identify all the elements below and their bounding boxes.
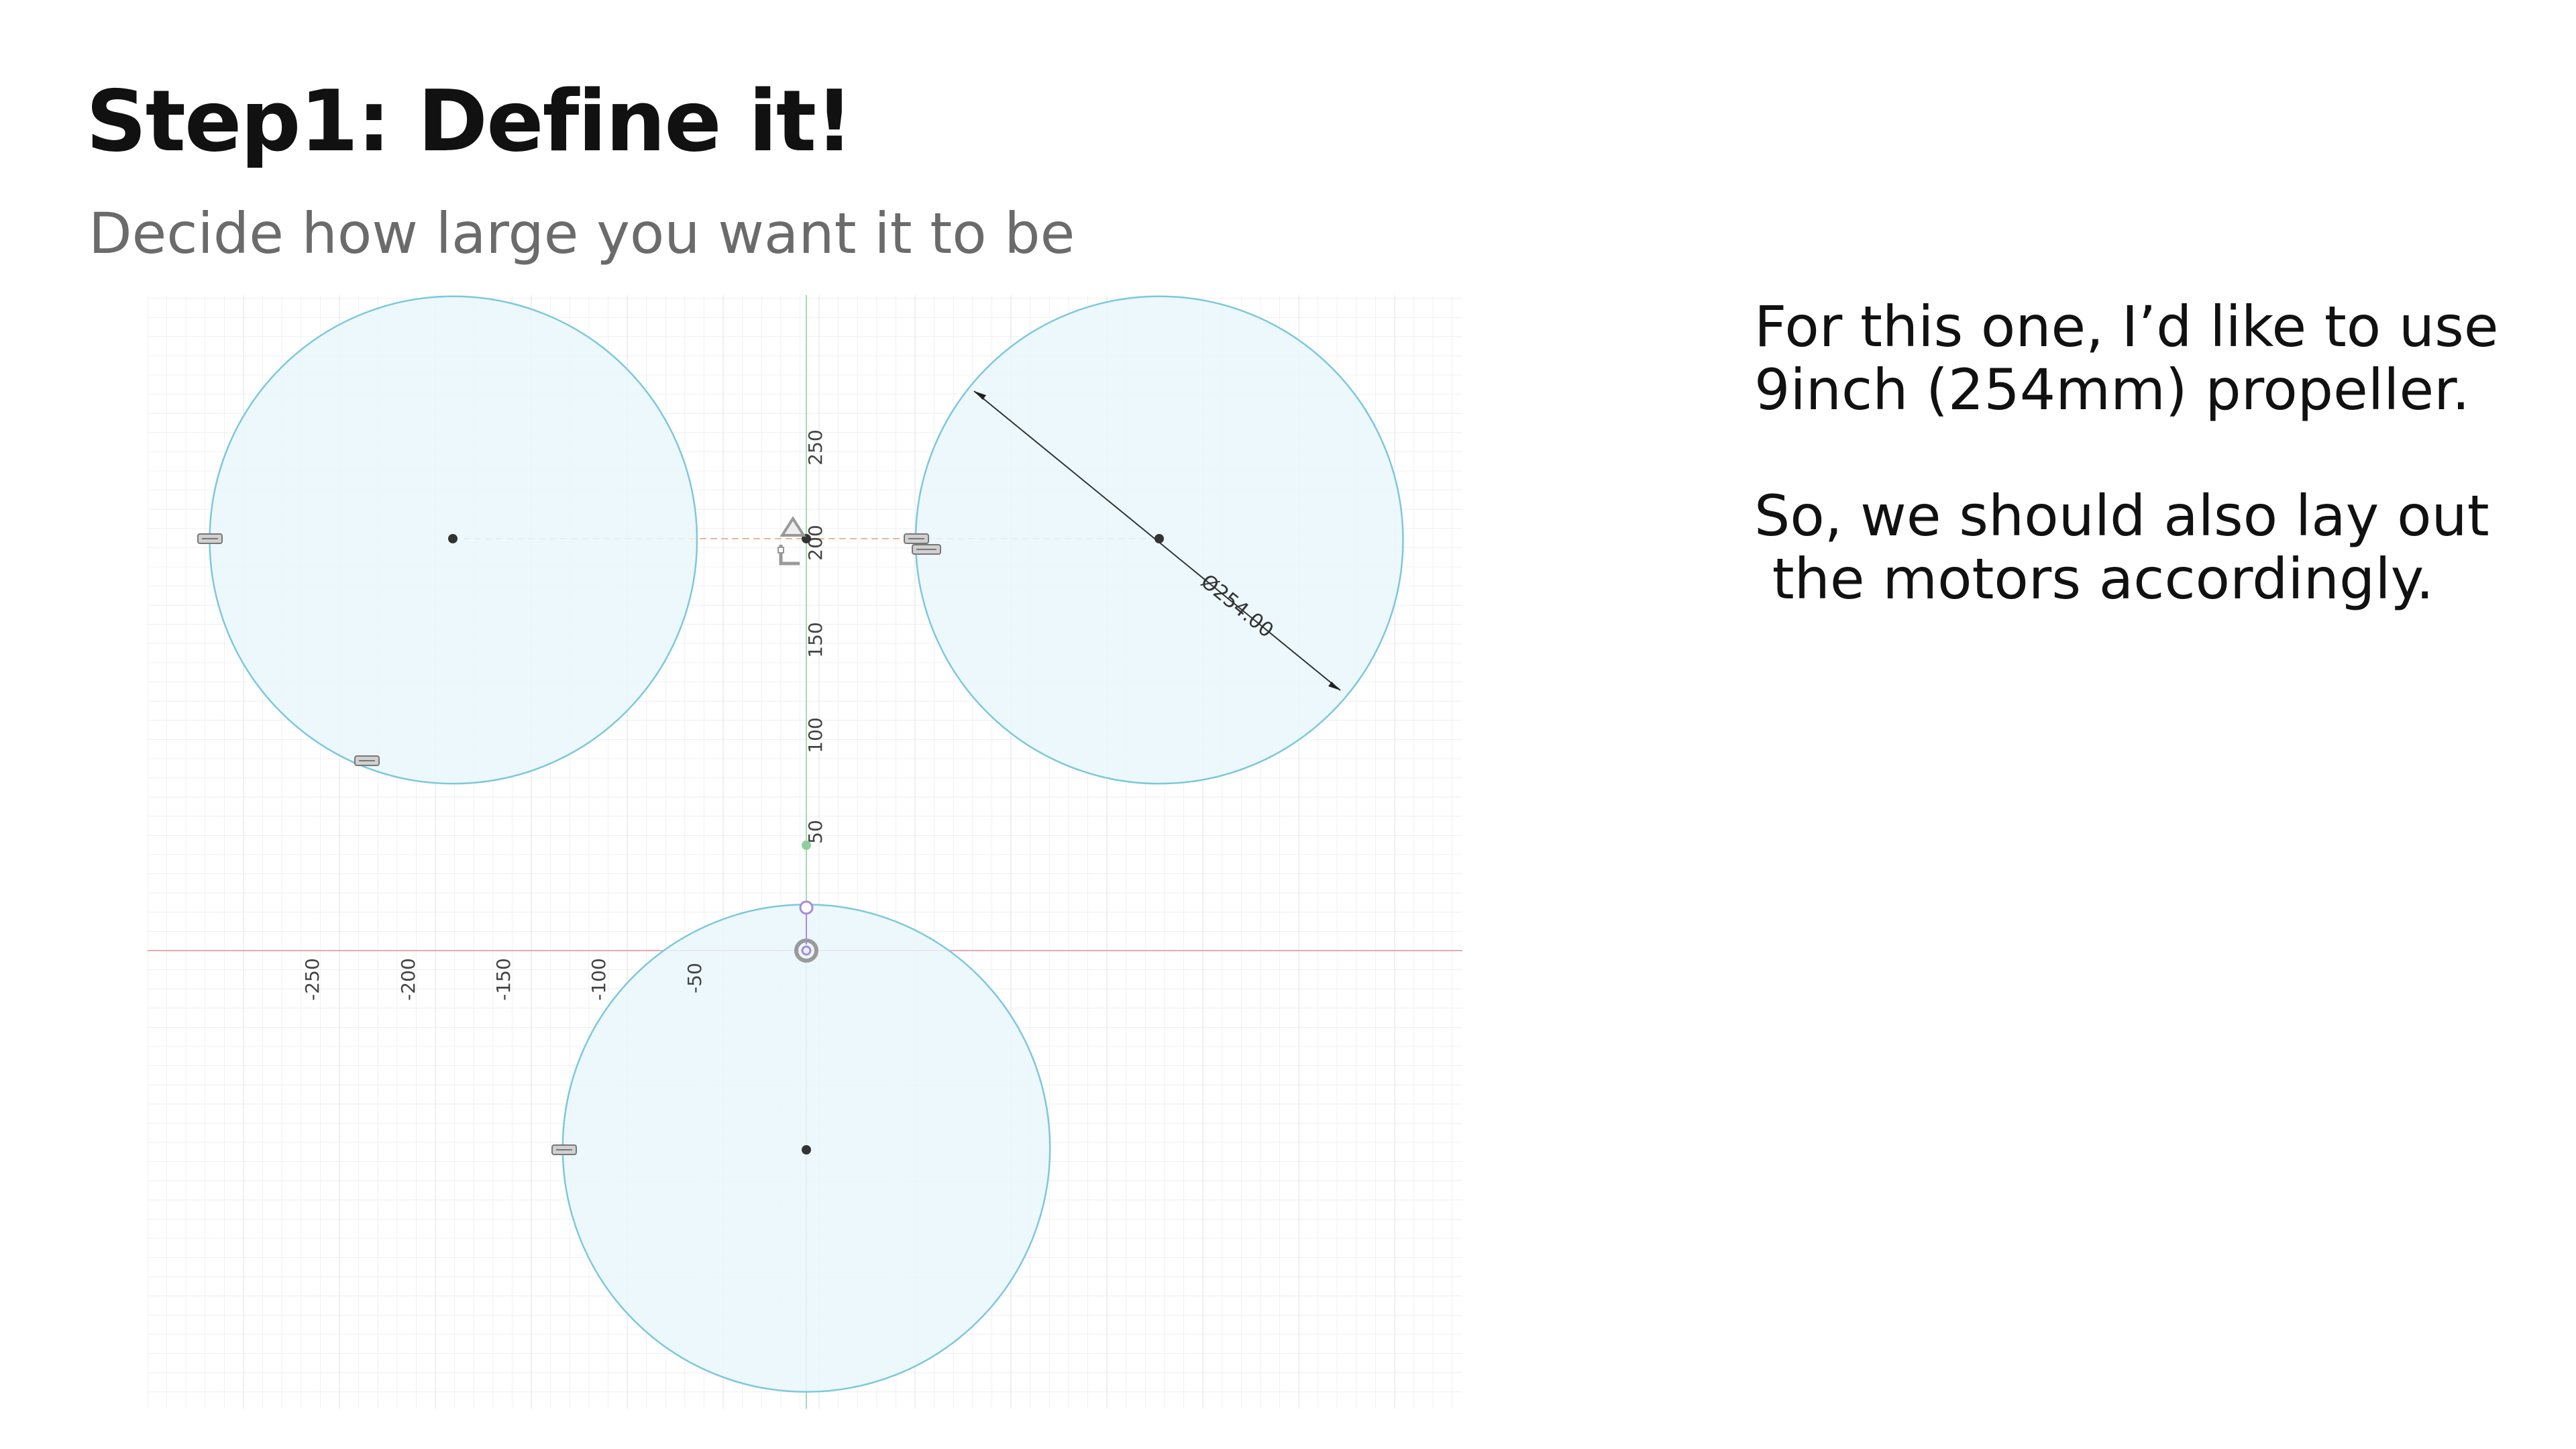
y-tick-label: 150 (804, 622, 826, 657)
y-tick-label: 250 (804, 429, 826, 465)
notes-line: the motors accordingly. (1754, 546, 2434, 612)
vertical-constraint-icon[interactable] (354, 755, 380, 766)
x-tick-label: -50 (684, 963, 706, 994)
center-point-right[interactable] (1155, 534, 1164, 543)
y-tick-label: 100 (804, 717, 826, 753)
notes-line: So, we should also lay out (1754, 483, 2489, 549)
horizontal-constraint-icon[interactable] (197, 533, 223, 544)
cad-sketch-canvas[interactable]: Ø254.00 250 200 150 100 50 -250 -200 -15… (148, 295, 1462, 1409)
center-point-left[interactable] (448, 534, 458, 543)
x-tick-label: -100 (588, 958, 610, 1001)
notes-line: For this one, I’d like to use (1754, 294, 2499, 360)
y-tick-label: 50 (804, 820, 826, 844)
sketch-point-green[interactable] (802, 841, 811, 850)
slide: Step1: Define it! Decide how large you w… (0, 0, 2576, 1449)
center-point-bottom[interactable] (802, 1145, 811, 1155)
x-tick-label: -150 (492, 958, 515, 1001)
x-tick-label: -250 (301, 958, 323, 1001)
slide-subtitle: Decide how large you want it to be (89, 201, 1075, 266)
x-tick-label: -200 (397, 958, 419, 1001)
equal-constraint-icon[interactable] (912, 544, 941, 555)
horizontal-constraint-icon[interactable] (904, 533, 929, 544)
coincident-constraint-icon[interactable] (551, 1144, 577, 1155)
y-axis-ticks: 250 200 150 100 50 (804, 429, 826, 844)
notes-line: 9inch (254mm) propeller. (1754, 357, 2470, 423)
triangle-constraint-icon[interactable] (780, 516, 806, 537)
notes-panel: For this one, I’d like to use 9inch (254… (1754, 295, 2526, 610)
slide-title: Step1: Define it! (86, 72, 854, 170)
constraint-point-purple[interactable] (799, 900, 814, 915)
